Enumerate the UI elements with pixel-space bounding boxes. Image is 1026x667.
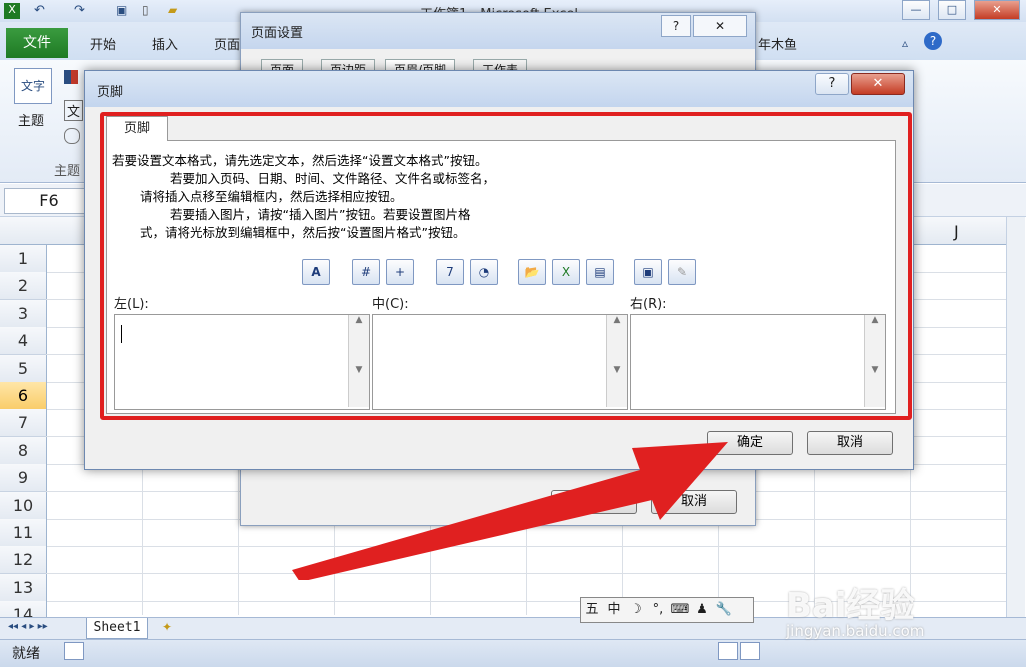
status-ready: 就绪 — [12, 646, 40, 662]
row-header[interactable]: 2 — [0, 272, 47, 301]
tab-home[interactable]: 开始 — [90, 34, 116, 53]
row-header[interactable]: 6 — [0, 382, 47, 410]
ime-item[interactable]: °, — [647, 598, 669, 622]
row-header[interactable]: 13 — [0, 573, 47, 602]
annotation-arrow — [292, 442, 728, 580]
row-header[interactable]: 1 — [0, 245, 47, 273]
vertical-scrollbar[interactable] — [1006, 217, 1025, 617]
undo-icon[interactable]: ↶ — [34, 3, 50, 19]
column-header-j[interactable]: J — [954, 222, 959, 241]
ime-toolbar: 五中 ☽ °, ⌨ ♟ 🔧 — [580, 597, 754, 623]
tab-file[interactable]: 文件 — [6, 28, 68, 58]
theme-group-label: 主题 — [54, 164, 81, 179]
open-folder-icon[interactable]: ▰ — [168, 3, 184, 19]
row-header[interactable]: 7 — [0, 409, 47, 438]
sheet-tab-sheet1[interactable]: Sheet1 — [86, 618, 148, 639]
tab-extra[interactable]: 年木鱼 — [758, 34, 797, 53]
tab-page-layout[interactable]: 页面 — [214, 34, 240, 53]
watermark-url: jingyan.baidu.com — [786, 622, 925, 640]
minimize-window-button[interactable]: — — [902, 0, 930, 20]
watermark-brand: Bai经验 — [786, 586, 915, 626]
status-bar — [0, 639, 1026, 667]
page-setup-title: 页面设置 — [251, 26, 304, 41]
footer-help-button[interactable]: ? — [815, 73, 849, 95]
macro-record-icon[interactable] — [64, 642, 84, 660]
ribbon-collapse-icon[interactable]: ▵ — [902, 36, 908, 50]
footer-cancel-button[interactable]: 取消 — [807, 431, 893, 455]
highlight-frame — [100, 112, 912, 420]
sheet-nav-icon[interactable]: ◂◂ ◂ ▸ ▸▸ — [8, 621, 48, 632]
footer-dialog-title: 页脚 — [97, 85, 124, 100]
fonts-icon[interactable]: 文 — [64, 100, 84, 121]
ime-item[interactable]: 五 — [581, 598, 603, 622]
help-icon[interactable]: ? — [924, 32, 942, 50]
row-header[interactable]: 8 — [0, 436, 47, 465]
close-window-button[interactable]: ✕ — [974, 0, 1020, 20]
footer-close-button[interactable]: ✕ — [851, 73, 905, 95]
name-box[interactable]: F6 — [4, 188, 94, 214]
row-header[interactable]: 10 — [0, 491, 47, 520]
row-header[interactable]: 5 — [0, 354, 47, 383]
ime-item[interactable]: ♟ — [691, 598, 713, 622]
page-setup-help-button[interactable]: ? — [661, 15, 691, 37]
page-setup-close-button[interactable]: ✕ — [693, 15, 747, 37]
footer-dialog-caption: 页脚 — [85, 71, 913, 107]
effects-icon[interactable] — [64, 128, 80, 144]
row-header[interactable]: 9 — [0, 464, 47, 493]
ime-item[interactable]: ☽ — [625, 598, 647, 622]
insert-sheet-icon[interactable]: ✦ — [162, 620, 172, 634]
new-file-icon[interactable]: ▯ — [142, 3, 158, 19]
ime-item[interactable]: ⌨ — [669, 598, 691, 622]
tab-insert[interactable]: 插入 — [152, 34, 178, 53]
ime-item[interactable]: 🔧 — [713, 598, 735, 622]
redo-icon[interactable]: ↷ — [74, 3, 90, 19]
normal-view-icon[interactable] — [718, 642, 738, 660]
row-header[interactable]: 11 — [0, 519, 47, 547]
page-layout-view-icon[interactable] — [740, 642, 760, 660]
colors-icon[interactable] — [64, 70, 78, 84]
row-header[interactable]: 4 — [0, 327, 47, 356]
row-header[interactable]: 12 — [0, 546, 47, 575]
maximize-window-button[interactable]: □ — [938, 0, 966, 20]
excel-logo-icon: X — [4, 3, 20, 19]
theme-icon[interactable]: 文字 — [14, 68, 52, 104]
save-icon[interactable]: ▣ — [116, 3, 132, 19]
theme-label[interactable]: 主题 — [18, 110, 44, 129]
ime-item[interactable]: 中 — [603, 598, 625, 622]
row-header[interactable]: 3 — [0, 299, 47, 328]
